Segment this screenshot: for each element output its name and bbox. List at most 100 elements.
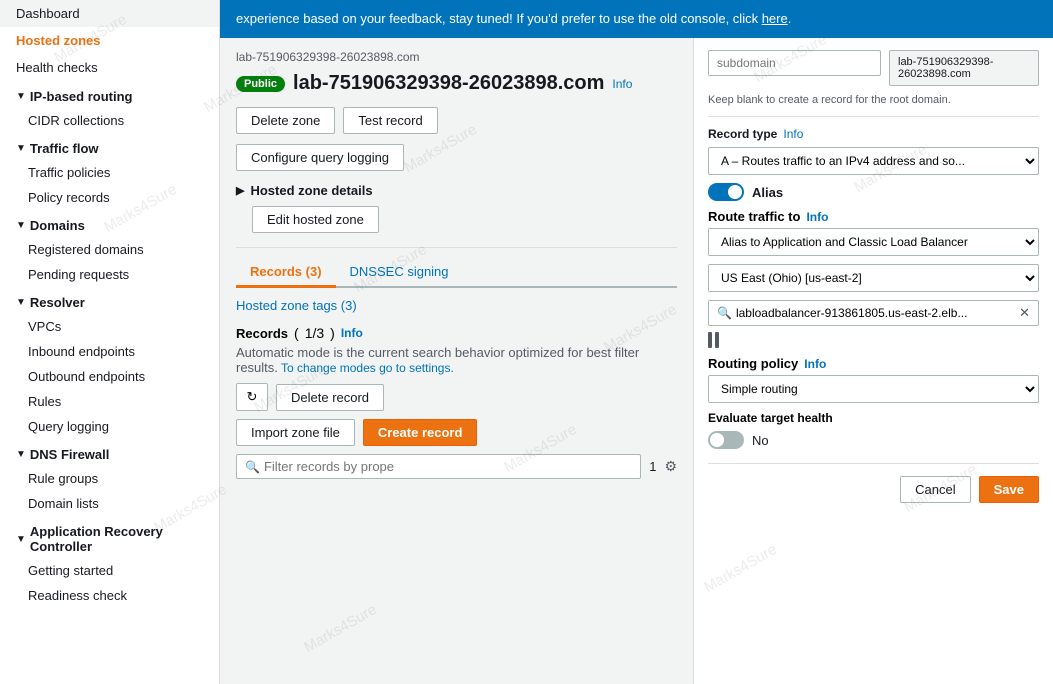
create-record-button[interactable]: Create record xyxy=(363,419,478,446)
configure-row: Configure query logging xyxy=(236,144,677,171)
center-panel: lab-751906329398-26023898.com Public lab… xyxy=(220,38,693,684)
sidebar-section-arc[interactable]: ▼ Application Recovery Controller xyxy=(0,516,219,558)
load-balancer-search-wrap: 🔍 ✕ xyxy=(708,300,1039,326)
pause-bar-1 xyxy=(708,332,712,348)
tab-records[interactable]: Records (3) xyxy=(236,258,336,288)
banner-link[interactable]: here xyxy=(762,11,788,26)
sidebar-item-rule-groups[interactable]: Rule groups xyxy=(0,466,219,491)
keep-blank-note: Keep blank to create a record for the ro… xyxy=(708,94,1039,106)
page-indicator: 1 xyxy=(649,459,656,474)
domain-value: lab-751906329398-26023898.com xyxy=(889,50,1039,86)
pause-icon xyxy=(708,332,1039,348)
content-split: lab-751906329398-26023898.com Public lab… xyxy=(220,38,1053,684)
records-title: Records xyxy=(236,326,288,341)
clear-icon[interactable]: ✕ xyxy=(1019,305,1030,321)
sidebar-item-vpcs[interactable]: VPCs xyxy=(0,314,219,339)
sidebar-item-getting-started[interactable]: Getting started xyxy=(0,558,219,583)
change-modes-link[interactable]: To change modes go to settings. xyxy=(281,361,454,375)
edit-hosted-zone-button[interactable]: Edit hosted zone xyxy=(252,206,379,233)
pause-bars xyxy=(708,332,719,348)
configure-query-logging-button[interactable]: Configure query logging xyxy=(236,144,404,171)
alias-label: Alias xyxy=(752,185,783,200)
subdomain-row: lab-751906329398-26023898.com xyxy=(708,50,1039,86)
search-row: 🔍 1 ⚙ xyxy=(236,454,677,479)
sidebar-section-domains[interactable]: ▼ Domains xyxy=(0,210,219,237)
records-count-end: ) xyxy=(330,325,335,341)
search-icon: 🔍 xyxy=(245,460,260,474)
no-label: No xyxy=(752,433,769,448)
evaluate-target-health-label: Evaluate target health xyxy=(708,411,1039,425)
routing-policy-select[interactable]: Simple routing xyxy=(708,375,1039,403)
sidebar-item-pending-requests[interactable]: Pending requests xyxy=(0,262,219,287)
evaluate-health-toggle[interactable] xyxy=(708,431,744,449)
search-input[interactable] xyxy=(264,459,632,474)
collapse-triangle-icon: ▼ xyxy=(16,297,26,308)
sidebar-item-health-checks[interactable]: Health checks xyxy=(0,54,219,81)
record-type-info-link[interactable]: Info xyxy=(783,127,803,141)
sidebar-item-outbound-endpoints[interactable]: Outbound endpoints xyxy=(0,364,219,389)
auto-mode-note: Automatic mode is the current search beh… xyxy=(236,345,677,375)
records-count-value: 1/3 xyxy=(305,325,324,341)
hosted-zone-tags[interactable]: Hosted zone tags (3) xyxy=(236,298,677,313)
sidebar-item-registered-domains[interactable]: Registered domains xyxy=(0,237,219,262)
top-banner: experience based on your feedback, stay … xyxy=(220,0,1053,38)
zone-title: Public lab-751906329398-26023898.com Inf… xyxy=(236,72,677,95)
record-type-select[interactable]: A – Routes traffic to an IPv4 address an… xyxy=(708,147,1039,175)
search-input-wrap: 🔍 xyxy=(236,454,641,479)
collapse-triangle-icon: ▼ xyxy=(16,220,26,231)
public-badge: Public xyxy=(236,76,285,92)
tab-dnssec[interactable]: DNSSEC signing xyxy=(336,258,463,288)
refresh-button[interactable]: ↻ xyxy=(236,383,268,411)
records-info-link[interactable]: Info xyxy=(341,326,363,340)
zone-name: lab-751906329398-26023898.com xyxy=(293,72,604,95)
records-header: Records ( 1/3 ) Info xyxy=(236,325,677,341)
records-count: ( xyxy=(294,325,299,341)
main-content: experience based on your feedback, stay … xyxy=(220,0,1053,684)
record-type-label: Record type xyxy=(708,127,777,141)
records-toolbar2: Import zone file Create record xyxy=(236,419,677,446)
sidebar-item-domain-lists[interactable]: Domain lists xyxy=(0,491,219,516)
test-record-button[interactable]: Test record xyxy=(343,107,437,134)
zone-info-link[interactable]: Info xyxy=(612,77,632,91)
sidebar-item-inbound-endpoints[interactable]: Inbound endpoints xyxy=(0,339,219,364)
sidebar-item-readiness-check[interactable]: Readiness check xyxy=(0,583,219,608)
import-zone-file-button[interactable]: Import zone file xyxy=(236,419,355,446)
sidebar-item-rules[interactable]: Rules xyxy=(0,389,219,414)
alias-toggle[interactable] xyxy=(708,183,744,201)
hosted-zone-details-toggle[interactable]: ▶ Hosted zone details xyxy=(236,183,677,198)
sidebar-item-hosted-zones[interactable]: Hosted zones xyxy=(0,27,219,54)
route-traffic-select-2[interactable]: US East (Ohio) [us-east-2] xyxy=(708,264,1039,292)
alias-row: Alias xyxy=(708,183,1039,201)
sidebar-item-dashboard[interactable]: Dashboard xyxy=(0,0,219,27)
sidebar-section-ip-based-routing[interactable]: ▼ IP-based routing xyxy=(0,81,219,108)
delete-zone-button[interactable]: Delete zone xyxy=(236,107,335,134)
record-type-row: Record type Info xyxy=(708,127,1039,141)
collapse-triangle-icon: ▼ xyxy=(16,534,26,545)
load-balancer-search-icon: 🔍 xyxy=(717,306,732,320)
sidebar-item-cidr-collections[interactable]: CIDR collections xyxy=(0,108,219,133)
collapse-triangle-icon: ▼ xyxy=(16,91,26,102)
save-button[interactable]: Save xyxy=(979,476,1039,503)
load-balancer-search-input[interactable] xyxy=(736,306,1019,320)
routing-policy-info-link[interactable]: Info xyxy=(804,357,826,371)
sidebar-section-traffic-flow[interactable]: ▼ Traffic flow xyxy=(0,133,219,160)
panel-footer: Cancel Save xyxy=(708,463,1039,503)
sidebar-item-traffic-policies[interactable]: Traffic policies xyxy=(0,160,219,185)
no-toggle-row: No xyxy=(708,431,1039,449)
subdomain-input[interactable] xyxy=(708,50,881,76)
records-toolbar: ↻ Delete record xyxy=(236,383,677,411)
arrow-icon: ▶ xyxy=(236,184,244,197)
banner-text: experience based on your feedback, stay … xyxy=(236,11,758,26)
delete-record-button[interactable]: Delete record xyxy=(276,384,384,411)
sidebar-section-resolver[interactable]: ▼ Resolver xyxy=(0,287,219,314)
collapse-triangle-icon: ▼ xyxy=(16,449,26,460)
route-traffic-text: Route traffic to xyxy=(708,209,800,224)
route-traffic-info-link[interactable]: Info xyxy=(806,210,828,224)
sidebar-section-dns-firewall[interactable]: ▼ DNS Firewall xyxy=(0,439,219,466)
route-traffic-select-1[interactable]: Alias to Application and Classic Load Ba… xyxy=(708,228,1039,256)
tabs: Records (3) DNSSEC signing xyxy=(236,258,677,288)
sidebar-item-policy-records[interactable]: Policy records xyxy=(0,185,219,210)
sidebar-item-query-logging[interactable]: Query logging xyxy=(0,414,219,439)
cancel-button[interactable]: Cancel xyxy=(900,476,970,503)
settings-icon[interactable]: ⚙ xyxy=(664,458,677,475)
